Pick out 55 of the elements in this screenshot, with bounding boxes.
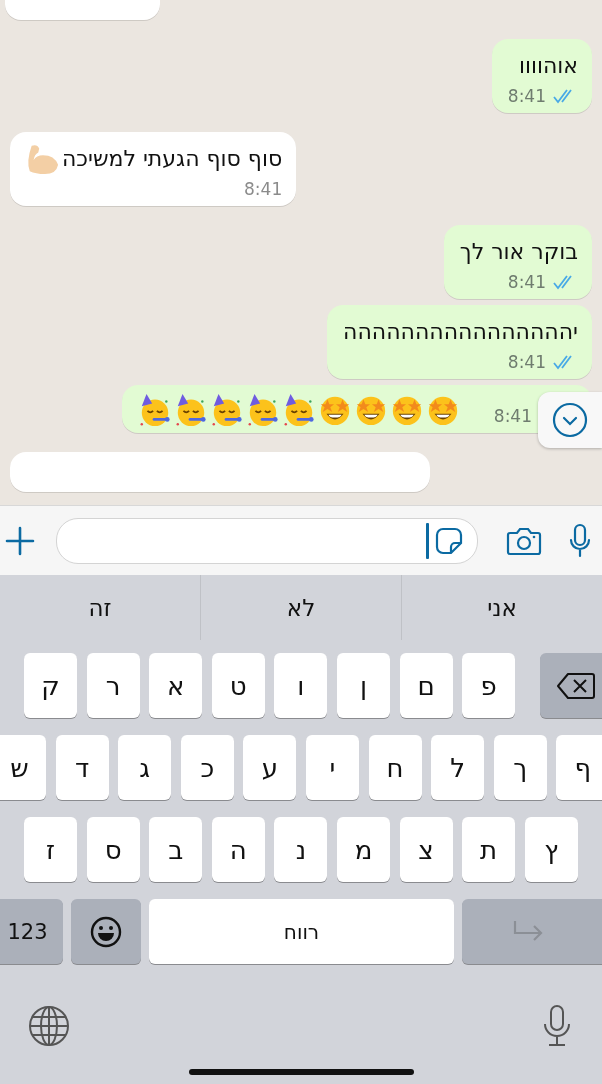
message-time: 8:41 [507, 351, 546, 373]
backspace-key[interactable] [539, 653, 602, 718]
suggestion[interactable]: לא [201, 575, 402, 640]
keyboard-key[interactable]: פ [462, 653, 516, 718]
flexed-arm-icon [26, 142, 60, 176]
message-time: 8:41 [507, 85, 546, 107]
keyboard-key[interactable]: ט [211, 653, 265, 718]
camera-icon[interactable] [506, 525, 542, 556]
message-text: סוף סוף הגעתי למשיכה [62, 145, 283, 173]
keyboard-key[interactable]: ש [0, 735, 46, 800]
keyboard-key[interactable]: צ [399, 817, 453, 882]
keyboard-key[interactable]: ם [399, 653, 453, 718]
keyboard-key[interactable]: ו [274, 653, 328, 718]
keyboard-key[interactable]: ז [24, 817, 77, 882]
keyboard-key[interactable]: ק [24, 653, 77, 718]
dictation-microphone-icon[interactable] [542, 1005, 572, 1047]
keyboard-key[interactable]: ץ [524, 817, 578, 882]
keyboard-key[interactable]: כ [180, 735, 234, 800]
keyboard-key[interactable]: ן [336, 653, 390, 718]
space-key[interactable]: רווח [149, 899, 454, 964]
microphone-icon[interactable] [568, 522, 592, 559]
message-time: 8:41 [244, 178, 283, 200]
keyboard-key[interactable]: ה [211, 817, 265, 882]
scroll-down-button[interactable] [538, 392, 602, 448]
backspace-icon [555, 671, 596, 700]
message-time: 8:41 [507, 271, 546, 293]
suggestion[interactable]: אני [402, 575, 602, 640]
keyboard-key[interactable]: ל [431, 735, 485, 800]
keyboard-key[interactable]: מ [336, 817, 390, 882]
message-text: אוהוווו [518, 52, 578, 80]
keyboard-key[interactable]: א [149, 653, 203, 718]
emoji-key[interactable] [71, 899, 141, 964]
chevron-down-circle-icon [552, 402, 588, 438]
keyboard-key[interactable]: ב [149, 817, 203, 882]
keyboard-key[interactable]: ר [86, 653, 140, 718]
keyboard-key[interactable]: ד [55, 735, 109, 800]
message-text: בוקר אור לך [459, 238, 578, 266]
keyboard-key[interactable]: נ [274, 817, 328, 882]
keyboard-key[interactable]: ת [462, 817, 516, 882]
keyboard-key[interactable]: י [305, 735, 359, 800]
keyboard-key[interactable]: ח [368, 735, 422, 800]
keyboard-key[interactable]: ך [493, 735, 547, 800]
globe-icon[interactable] [28, 1005, 70, 1047]
message-field[interactable] [56, 517, 478, 564]
sticker-icon[interactable] [435, 526, 463, 555]
numbers-key[interactable]: 123 [0, 899, 63, 964]
keyboard-key[interactable]: ע [243, 735, 297, 800]
smiley-icon [90, 915, 122, 948]
keyboard-key[interactable]: ג [118, 735, 172, 800]
keyboard-key[interactable]: ס [86, 817, 140, 882]
message-text: יהההההההההההההההה [343, 318, 578, 346]
keyboard-key[interactable]: ף [556, 735, 602, 800]
suggestion[interactable]: זה [0, 575, 201, 640]
message-time: 8:41 [493, 405, 532, 427]
plus-icon[interactable] [4, 524, 36, 557]
